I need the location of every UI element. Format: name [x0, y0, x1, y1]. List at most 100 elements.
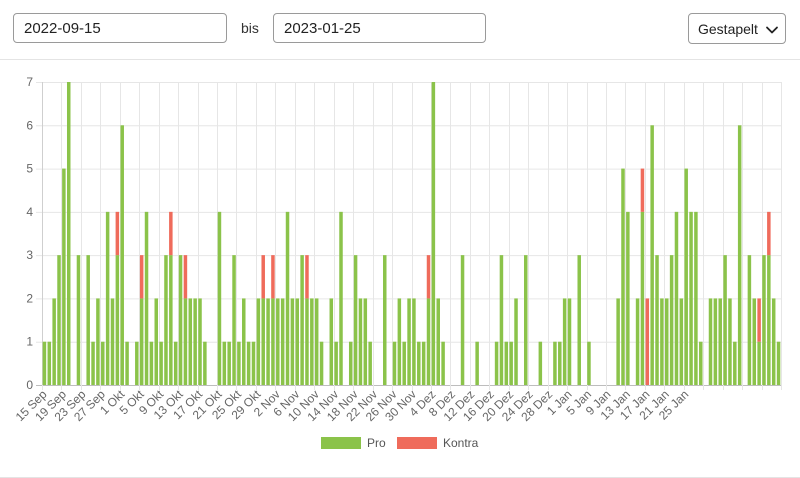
bar-pro	[412, 298, 416, 385]
y-tick-label: 5	[26, 162, 33, 176]
bar-pro	[42, 341, 47, 385]
legend-swatch-pro	[321, 437, 361, 449]
bar-kontra	[169, 211, 173, 256]
bar-pro	[178, 255, 183, 385]
bar-pro	[713, 298, 718, 385]
bar-pro	[762, 255, 766, 385]
bar-kontra	[645, 298, 650, 385]
bar-pro	[757, 341, 761, 385]
bar-pro	[101, 341, 105, 385]
filter-toolbar: bis Gestapelt	[0, 0, 800, 60]
bar-pro	[436, 298, 440, 385]
bar-pro	[159, 341, 163, 385]
chart-mode-select[interactable]: Gestapelt	[688, 13, 786, 44]
bar-pro	[669, 255, 674, 385]
bar-pro	[285, 211, 290, 385]
bar-pro	[733, 341, 737, 385]
bar-pro	[266, 298, 270, 385]
bar-kontra	[757, 298, 761, 342]
bar-pro	[392, 341, 397, 385]
bar-pro	[587, 341, 591, 385]
bar-pro	[86, 255, 90, 385]
bar-pro	[567, 298, 572, 385]
start-date-input[interactable]	[13, 13, 227, 43]
bar-pro	[217, 211, 222, 385]
bar-pro	[383, 255, 387, 385]
bar-pro	[562, 298, 567, 385]
bar-pro	[650, 125, 654, 386]
bar-pro	[737, 125, 742, 386]
bar-pro	[115, 255, 120, 385]
bar-pro	[626, 211, 630, 385]
bar-pro	[305, 298, 309, 385]
bar-pro	[237, 341, 241, 385]
bar-pro	[246, 341, 251, 385]
bar-pro	[679, 298, 684, 385]
bar-pro	[664, 298, 669, 385]
bar-pro	[431, 82, 436, 385]
bar-pro	[553, 341, 557, 385]
bar-pro	[699, 341, 703, 385]
bar-pro	[684, 168, 688, 385]
bar-pro	[514, 298, 518, 385]
bar-pro	[154, 298, 159, 385]
bar-pro	[402, 341, 406, 385]
chevron-down-icon	[764, 23, 780, 35]
bar-pro	[728, 298, 732, 385]
y-tick-label: 6	[26, 118, 33, 132]
legend-label-kontra: Kontra	[443, 436, 479, 450]
bar-pro	[616, 298, 620, 385]
bar-pro	[183, 298, 188, 385]
bar-pro	[120, 125, 124, 386]
bar-pro	[135, 341, 139, 385]
bar-pro	[105, 211, 110, 385]
bar-kontra	[115, 211, 120, 256]
bar-pro	[300, 255, 304, 385]
bar-pro	[261, 298, 265, 385]
bar-pro	[397, 298, 402, 385]
bar-pro	[363, 298, 368, 385]
bar-pro	[339, 211, 343, 385]
bar-pro	[164, 255, 168, 385]
bar-pro	[149, 341, 154, 385]
bar-pro	[538, 341, 543, 385]
bar-kontra	[261, 255, 265, 299]
bar-pro	[271, 298, 275, 385]
bar-pro	[655, 255, 659, 385]
bar-pro	[747, 255, 752, 385]
bar-pro	[57, 255, 61, 385]
bar-pro	[718, 298, 722, 385]
legend-item-pro[interactable]: Pro	[321, 436, 386, 450]
y-tick-label: 2	[26, 291, 33, 305]
legend-item-kontra[interactable]: Kontra	[397, 436, 478, 450]
votes-bar-chart: 0123456715 Sep19 Sep23 Sep27 Sep1 Okt5 O…	[13, 75, 782, 424]
end-date-input[interactable]	[273, 13, 486, 43]
bar-pro	[348, 341, 353, 385]
bar-pro	[280, 298, 285, 385]
bar-pro	[314, 298, 319, 385]
bar-pro	[767, 255, 771, 385]
bar-pro	[329, 298, 334, 385]
bar-pro	[475, 341, 479, 385]
bar-pro	[577, 255, 581, 385]
bar-pro	[441, 341, 445, 385]
bar-pro	[76, 255, 81, 385]
bar-pro	[251, 341, 256, 385]
bar-kontra	[183, 255, 188, 299]
y-tick-label: 3	[26, 248, 33, 262]
bar-pro	[558, 341, 562, 385]
bar-pro	[509, 341, 513, 385]
bar-pro	[358, 298, 363, 385]
bar-pro	[169, 255, 173, 385]
bar-pro	[723, 255, 727, 385]
bar-pro	[417, 341, 421, 385]
bar-pro	[173, 341, 178, 385]
bar-pro	[752, 298, 757, 385]
bar-pro	[426, 298, 431, 385]
bar-pro	[407, 298, 411, 385]
bar-pro	[771, 298, 776, 385]
bar-pro	[421, 341, 426, 385]
bar-kontra	[640, 168, 645, 212]
y-tick-label: 0	[26, 378, 33, 392]
bar-kontra	[139, 255, 144, 299]
